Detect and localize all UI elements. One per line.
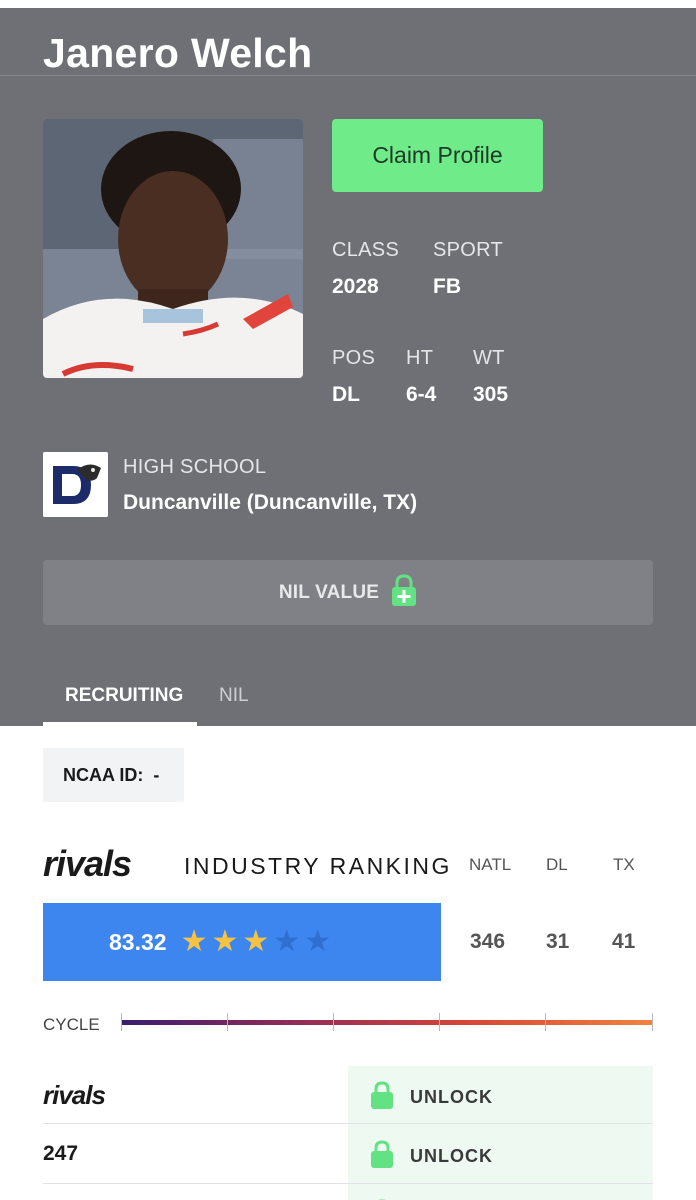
cycle-label: CYCLE [43,1015,100,1034]
tab-nil[interactable]: NIL [219,685,249,707]
lock-icon [370,1194,394,1200]
class-label: CLASS [332,239,400,261]
star-empty-icon: ★ [273,925,301,958]
unlock-button-rivals[interactable]: UNLOCK [370,1080,493,1115]
class-value: 2028 [332,275,379,298]
row-divider [43,1183,653,1184]
wt-label: WT [473,347,505,369]
star-filled-icon: ★ [180,925,208,958]
cycle-tick [121,1013,122,1031]
sport-label: SPORT [433,239,504,261]
ht-label: HT [406,347,434,369]
star-filled-icon: ★ [211,925,239,958]
lock-icon [370,1080,394,1115]
top-strip [0,0,696,8]
industry-ranking-title: INDUSTRY RANKING [184,853,452,879]
active-tab-indicator [43,722,197,726]
player-name: Janero Welch [43,30,313,76]
col-head-tx: TX [613,855,635,874]
unlock-button-247[interactable]: UNLOCK [370,1139,493,1174]
lock-plus-icon [391,573,417,612]
service-row-rivals-name: rivals [43,1080,106,1110]
cycle-timeline [121,1020,653,1025]
ht-value: 6-4 [406,383,437,406]
star-filled-icon: ★ [242,925,270,958]
pos-value: DL [332,383,360,406]
cycle-tick [333,1013,334,1031]
divider [0,75,696,76]
unlock-label: UNLOCK [410,1087,493,1107]
ncaa-id-value: - [153,764,160,785]
player-photo [43,119,303,378]
school-label: HIGH SCHOOL [123,456,267,478]
rivals-logo: rivals [43,843,132,884]
lock-icon [370,1139,394,1174]
unlock-label: UNLOCK [410,1146,493,1166]
rank-dl: 31 [546,930,570,953]
pos-label: POS [332,347,376,369]
cycle-tick [545,1013,546,1031]
profile-header: Janero Welch Claim Profile CLASS SPORT 2… [0,8,696,726]
tab-recruiting[interactable]: RECRUITING [65,685,183,707]
ncaa-id-label: NCAA ID: [63,764,144,785]
cycle-tick [227,1013,228,1031]
nil-value-panel[interactable]: NIL VALUE [43,560,653,625]
rank-tx: 41 [612,930,636,953]
claim-profile-button[interactable]: Claim Profile [332,119,543,192]
star-empty-icon: ★ [304,925,332,958]
col-head-natl: NATL [469,855,512,874]
star-rating: ★ ★ ★ ★ ★ [181,927,336,957]
school-name[interactable]: Duncanville (Duncanville, TX) [123,491,417,515]
row-divider [43,1123,653,1124]
cycle-tick [439,1013,440,1031]
nil-value-label: NIL VALUE [278,581,380,603]
col-head-dl: DL [546,855,568,874]
service-row-247-name: 247 [43,1142,79,1165]
wt-value: 305 [473,383,509,406]
ncaa-id-badge: NCAA ID: - [43,748,184,802]
rank-natl: 346 [470,930,506,953]
school-logo[interactable] [43,452,108,517]
sport-value: FB [433,275,461,298]
cycle-tick [652,1013,653,1031]
rating-bar: 83.32 ★ ★ ★ ★ ★ [43,903,441,981]
rating-score: 83.32 [109,928,167,955]
